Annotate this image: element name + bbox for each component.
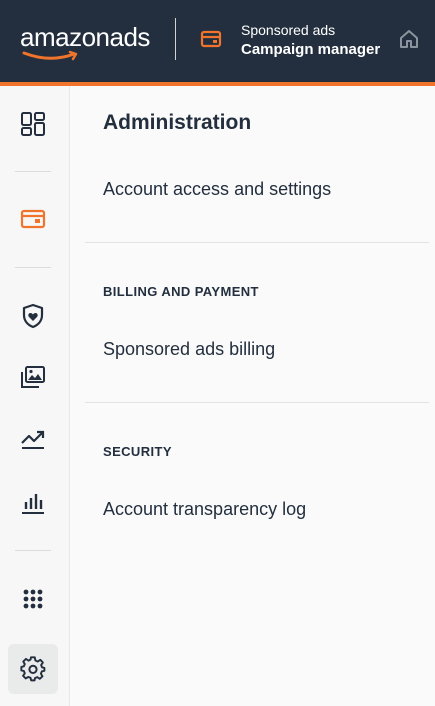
left-sidebar <box>0 86 70 706</box>
top-header: amazonads Sponsored ads Campaign manager <box>0 0 435 82</box>
wallet-card-icon <box>200 30 222 48</box>
sponsored-ads-billing-link[interactable]: Sponsored ads billing <box>103 338 275 360</box>
amazon-ads-logo[interactable]: amazonads <box>20 22 150 62</box>
sidebar-item-settings[interactable] <box>8 644 58 694</box>
page-title: Administration <box>103 111 252 134</box>
campaign-card-icon <box>20 209 46 229</box>
sidebar-item-creatives[interactable] <box>8 352 58 402</box>
billing-section-heading: BILLING AND PAYMENT <box>103 284 259 299</box>
logo-text-ads: ads <box>109 22 151 52</box>
sidebar-item-apps[interactable] <box>8 574 58 624</box>
product-title[interactable]: Campaign manager <box>241 40 380 60</box>
sidebar-item-brand-safety[interactable] <box>8 291 58 341</box>
dashboard-grid-icon <box>21 112 45 136</box>
brand-shield-icon <box>22 303 44 329</box>
bar-chart-icon <box>22 494 44 514</box>
sidebar-item-measurement[interactable] <box>8 413 58 463</box>
account-access-link[interactable]: Account access and settings <box>103 178 331 200</box>
logo-text: amazonads <box>20 22 150 52</box>
apps-grid-icon <box>23 589 43 609</box>
home-icon[interactable] <box>398 28 420 50</box>
sidebar-item-dashboard[interactable] <box>8 99 58 149</box>
settings-gear-icon <box>20 656 46 682</box>
section-divider <box>85 242 429 243</box>
sidebar-item-reports[interactable] <box>8 478 58 528</box>
creative-gallery-icon <box>21 366 45 388</box>
amazon-smile-icon <box>22 50 78 61</box>
header-divider <box>175 18 176 60</box>
sidebar-separator <box>15 550 51 551</box>
trend-chart-icon <box>21 430 45 449</box>
account-transparency-log-link[interactable]: Account transparency log <box>103 498 306 520</box>
sidebar-separator <box>15 267 51 268</box>
logo-text-amazon: amazon <box>20 22 110 52</box>
admin-menu-panel: Administration Account access and settin… <box>71 86 435 706</box>
sidebar-separator <box>15 171 51 172</box>
sidebar-item-campaigns[interactable] <box>8 194 58 244</box>
product-subtitle: Sponsored ads <box>241 22 336 38</box>
security-section-heading: SECURITY <box>103 444 172 459</box>
section-divider <box>85 402 429 403</box>
